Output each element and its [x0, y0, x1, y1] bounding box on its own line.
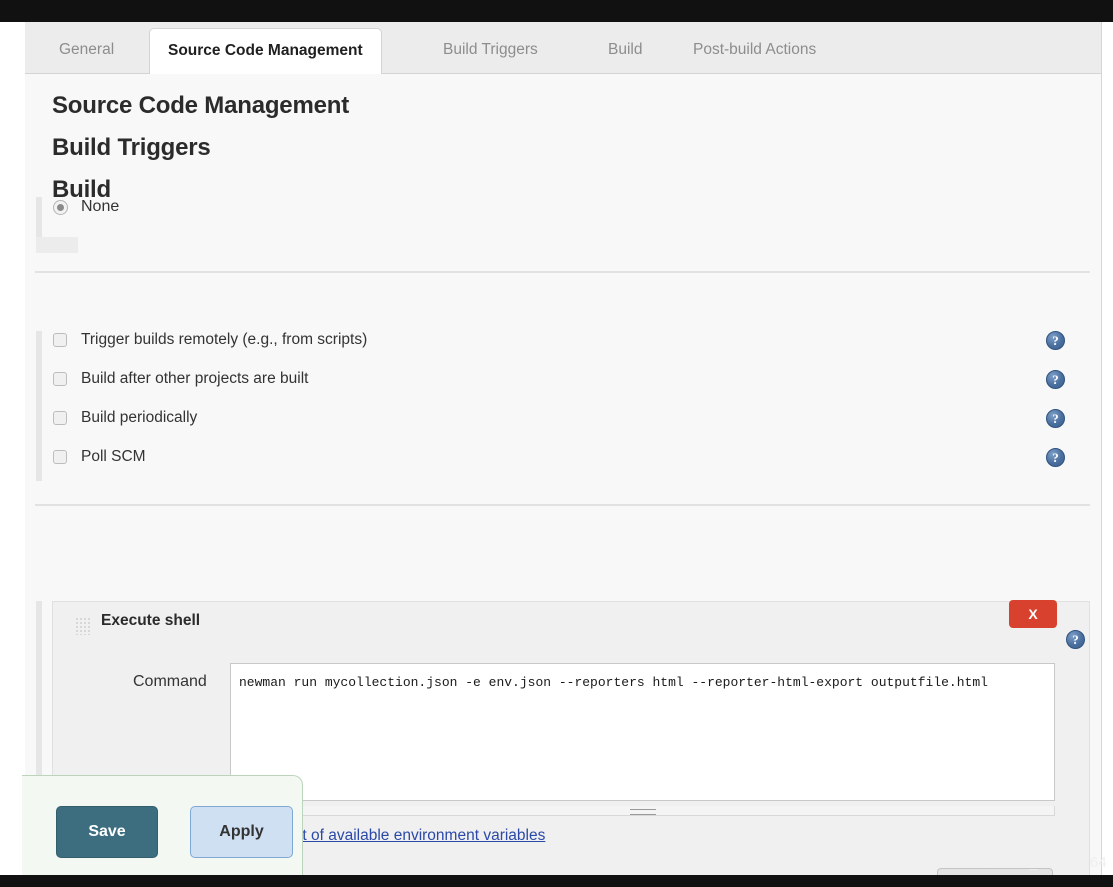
environment-variables-link[interactable]: the list of available environment variab… [262, 827, 545, 844]
checkbox-row-build-periodically[interactable]: Build periodically ? [53, 408, 1071, 428]
checkbox-row-trigger-remotely[interactable]: Trigger builds remotely (e.g., from scri… [53, 330, 1071, 350]
checkbox-build-after-projects[interactable] [53, 372, 67, 386]
build-step-title: Execute shell [101, 612, 201, 629]
tab-general[interactable]: General [41, 30, 132, 74]
help-icon-trigger-remotely[interactable]: ? [1046, 330, 1065, 350]
checkbox-poll-scm-label: Poll SCM [81, 448, 146, 465]
radio-none-label: None [81, 198, 120, 215]
help-icon-build-after-projects[interactable]: ? [1046, 369, 1065, 389]
triggers-group-rail [36, 331, 42, 481]
drag-handle-icon[interactable] [75, 617, 91, 635]
browser-chrome-bottom [0, 875, 1113, 887]
config-tab-bar: General Source Code Management Build Tri… [25, 22, 1101, 74]
help-icon-execute-shell[interactable]: ? [1066, 630, 1085, 649]
checkbox-build-periodically-label: Build periodically [81, 409, 198, 426]
delete-build-step-button[interactable]: X [1009, 600, 1057, 628]
tab-build-triggers[interactable]: Build Triggers [425, 30, 556, 74]
command-label: Command [133, 673, 207, 690]
divider-scm [35, 271, 1090, 273]
tab-source-code-management[interactable]: Source Code Management [149, 28, 382, 74]
build-step-header: Execute shell X ? [53, 600, 1089, 649]
tab-build[interactable]: Build [590, 30, 660, 74]
checkbox-trigger-remotely[interactable] [53, 333, 67, 347]
config-save-bar: Save Apply [22, 775, 303, 875]
scm-group-rail-foot [36, 237, 78, 253]
checkbox-row-poll-scm[interactable]: Poll SCM ? [53, 447, 1071, 467]
browser-chrome-top [0, 0, 1113, 22]
help-icon-build-periodically[interactable]: ? [1046, 408, 1065, 428]
checkbox-trigger-remotely-label: Trigger builds remotely (e.g., from scri… [81, 331, 368, 348]
jenkins-config-page: General Source Code Management Build Tri… [25, 22, 1102, 875]
config-form-body: Source Code Management None Build Trigge… [25, 74, 1101, 875]
checkbox-poll-scm[interactable] [53, 450, 67, 464]
radio-row-none[interactable]: None [53, 198, 119, 216]
command-textarea-resize-handle[interactable] [230, 806, 1055, 816]
radio-none[interactable] [53, 199, 68, 215]
apply-button[interactable]: Apply [190, 806, 293, 858]
tab-post-build-actions[interactable]: Post-build Actions [675, 30, 834, 74]
divider-build-triggers [35, 504, 1090, 506]
radio-none-dot [57, 203, 64, 211]
checkbox-row-build-after-projects[interactable]: Build after other projects are built ? [53, 369, 1071, 389]
advanced-button[interactable]: Advanced... [937, 868, 1053, 875]
section-title-build-triggers: Build Triggers [52, 134, 211, 161]
screenshot-root: General Source Code Management Build Tri… [0, 0, 1113, 887]
checkbox-build-after-projects-label: Build after other projects are built [81, 370, 309, 387]
help-icon-poll-scm[interactable]: ? [1046, 447, 1065, 467]
checkbox-build-periodically[interactable] [53, 411, 67, 425]
section-title-build: Build [52, 176, 111, 203]
command-textarea[interactable] [230, 663, 1055, 801]
section-title-scm: Source Code Management [52, 92, 349, 119]
save-button[interactable]: Save [56, 806, 158, 858]
command-field-wrap [230, 663, 1055, 816]
